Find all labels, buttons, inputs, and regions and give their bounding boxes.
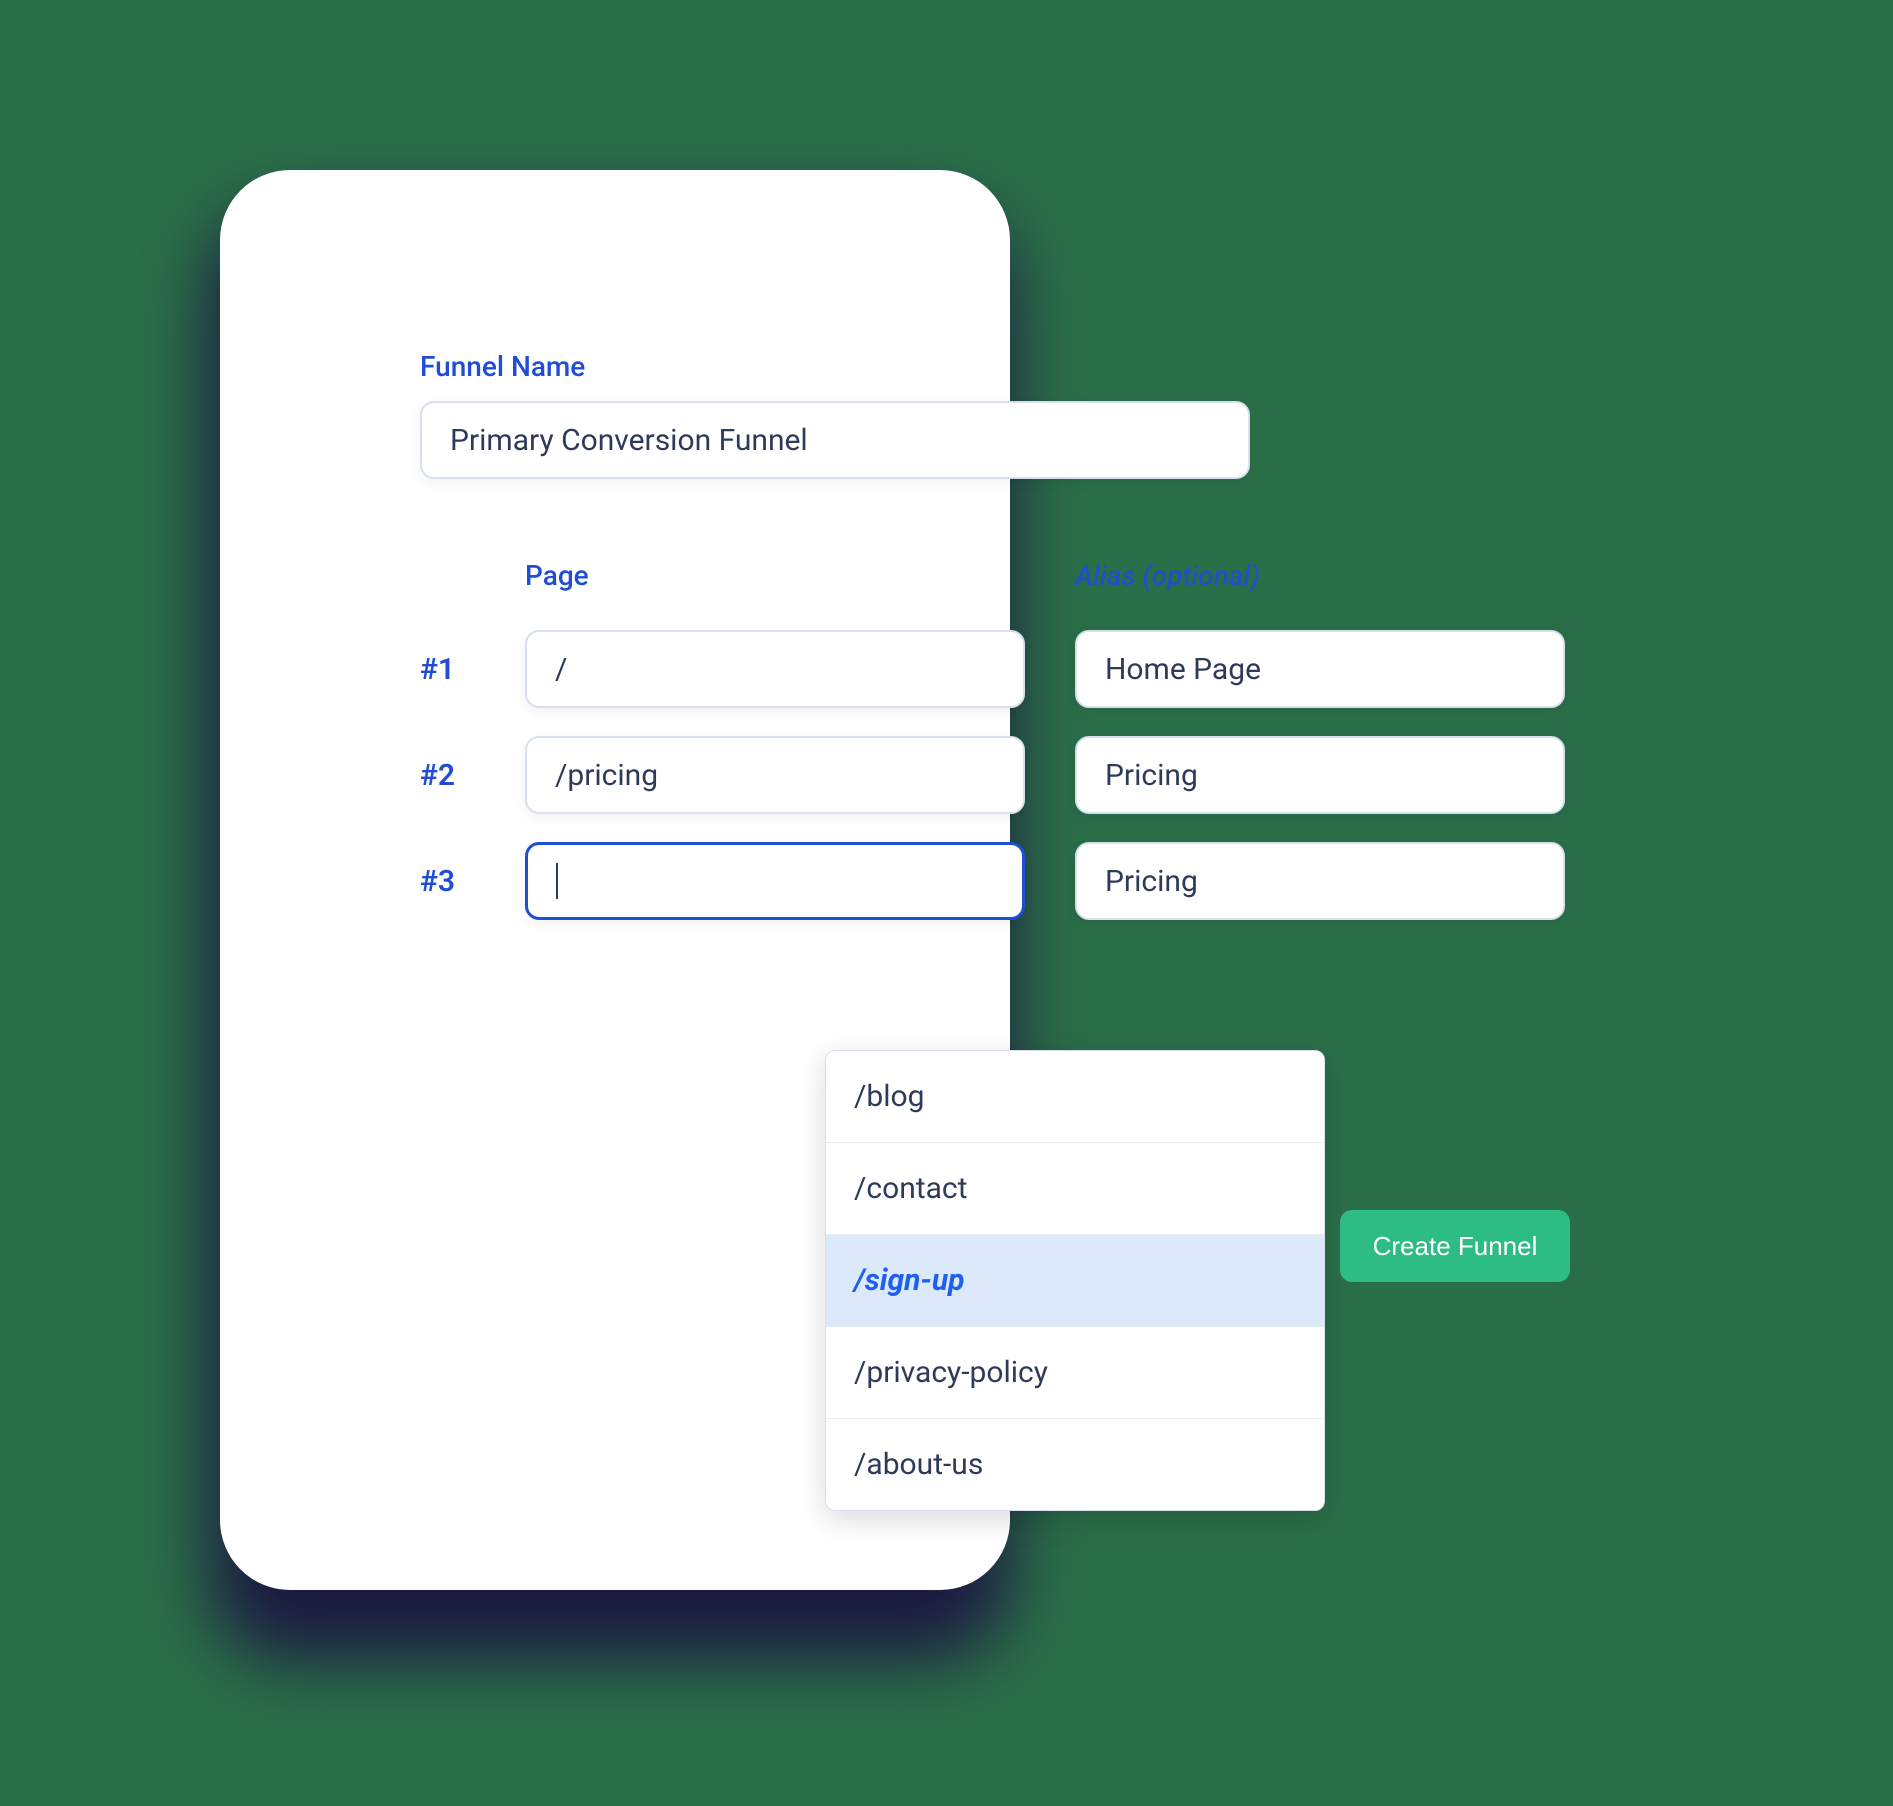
funnel-name-input[interactable]: Primary Conversion Funnel [420, 401, 1250, 479]
alias-input-3[interactable]: Pricing [1075, 842, 1565, 920]
alias-input-1[interactable]: Home Page [1075, 630, 1565, 708]
step-number-3: #3 [420, 864, 525, 899]
step-number-1: #1 [420, 652, 525, 687]
page-column-label: Page [525, 559, 1025, 592]
alias-input-2[interactable]: Pricing [1075, 736, 1565, 814]
funnel-form: Funnel Name Primary Conversion Funnel Pa… [420, 350, 1670, 948]
page-input-1[interactable]: / [525, 630, 1025, 708]
page-autocomplete-dropdown: /blog /contact /sign-up /privacy-policy … [825, 1050, 1325, 1511]
text-cursor [556, 863, 558, 899]
page-input-2[interactable]: /pricing [525, 736, 1025, 814]
step-number-2: #2 [420, 758, 525, 793]
step-row: #2 /pricing Pricing [420, 736, 1670, 814]
step-row: #3 Pricing [420, 842, 1670, 920]
funnel-name-label: Funnel Name [420, 350, 1670, 383]
dropdown-option-blog[interactable]: /blog [826, 1051, 1324, 1143]
create-funnel-button[interactable]: Create Funnel [1340, 1210, 1570, 1282]
page-input-3[interactable] [525, 842, 1025, 920]
step-row: #1 / Home Page [420, 630, 1670, 708]
dropdown-option-contact[interactable]: /contact [826, 1143, 1324, 1235]
dropdown-option-signup[interactable]: /sign-up [826, 1235, 1324, 1327]
alias-column-label: Alias (optional) [1075, 559, 1260, 592]
dropdown-option-privacy[interactable]: /privacy-policy [826, 1327, 1324, 1419]
dropdown-option-about[interactable]: /about-us [826, 1419, 1324, 1510]
